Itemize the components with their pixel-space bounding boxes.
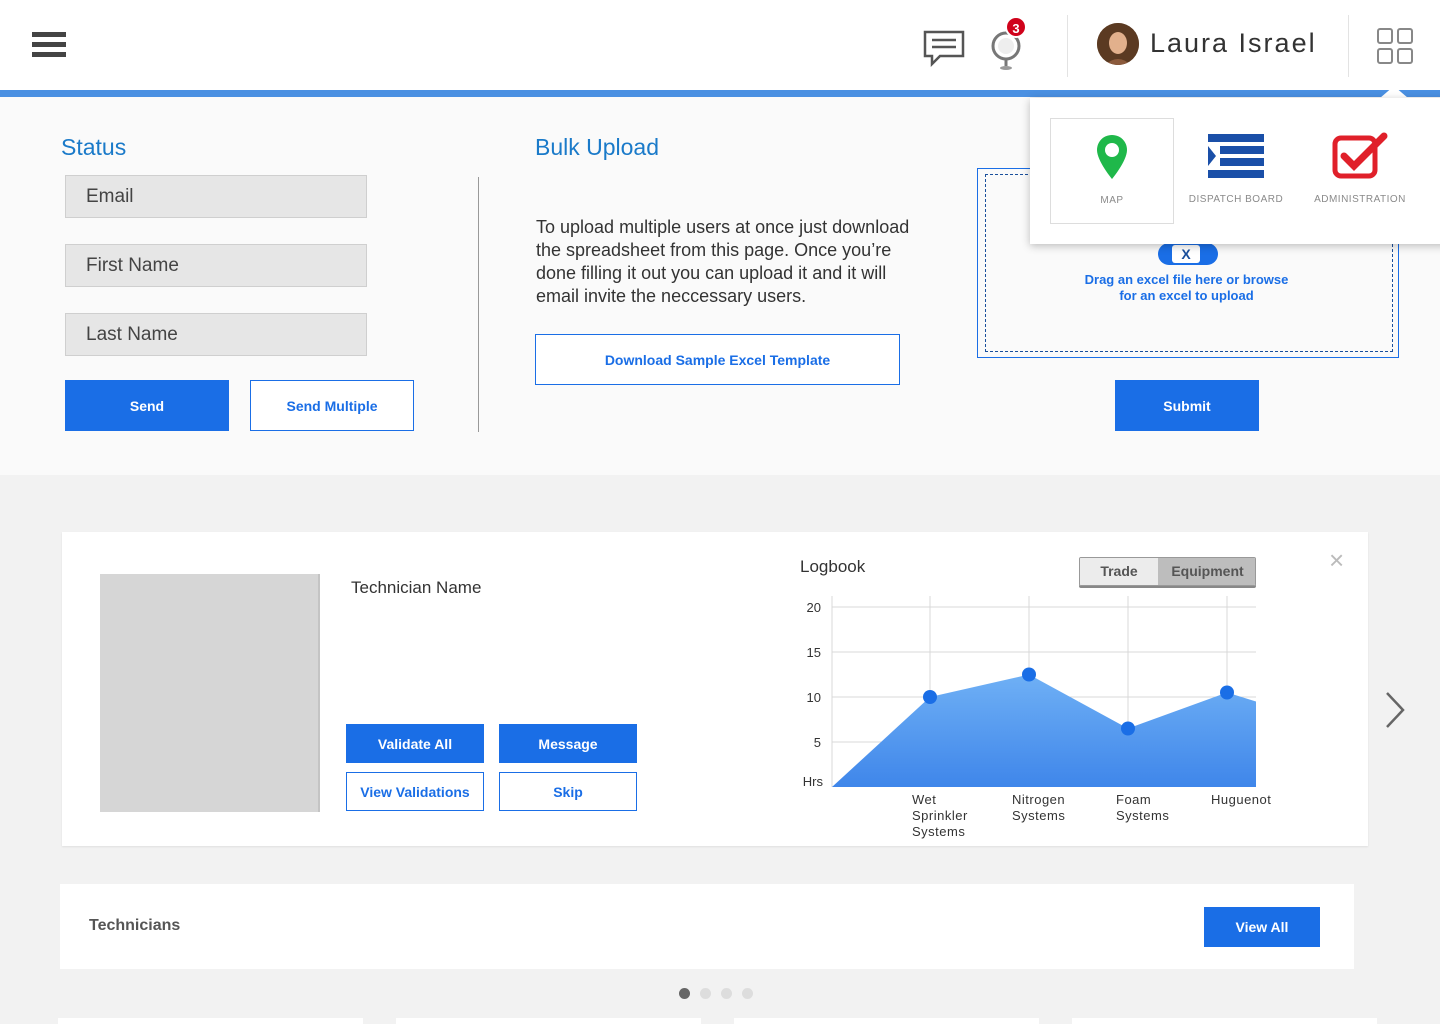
toggle-equipment[interactable]: Equipment: [1158, 558, 1255, 585]
y-tick-label: 10: [807, 690, 821, 705]
app-tile-map[interactable]: MAP: [1050, 118, 1174, 224]
pagination-dot[interactable]: [679, 988, 690, 999]
chevron-right-icon[interactable]: [1382, 690, 1408, 730]
x-category-label: Huguenot: [1211, 792, 1271, 807]
view-all-button[interactable]: View All: [1204, 907, 1320, 947]
chart-data-point: [1022, 667, 1036, 682]
message-button[interactable]: Message: [499, 724, 637, 763]
toggle-trade[interactable]: Trade: [1080, 558, 1158, 585]
y-tick-label: 20: [807, 600, 821, 615]
send-button[interactable]: Send: [65, 380, 229, 431]
bulk-upload-title: Bulk Upload: [535, 134, 660, 160]
header-divider: [1348, 15, 1349, 77]
y-tick-label: 15: [807, 645, 821, 660]
technicians-bar: [60, 884, 1354, 969]
x-category-label: Systems: [912, 824, 965, 839]
chart-data-point: [923, 690, 937, 704]
x-category-label: Systems: [1116, 808, 1169, 823]
pagination-dot[interactable]: [721, 988, 732, 999]
x-category-label: Foam: [1116, 792, 1151, 807]
user-name[interactable]: Laura Israel: [1150, 28, 1317, 59]
technician-name: Technician Name: [351, 578, 482, 597]
x-category-label: Systems: [1012, 808, 1065, 823]
apps-menu: MAP DISPATCH BOARD ADMINISTRATION: [1030, 98, 1440, 244]
admin-check-icon: [1332, 132, 1388, 179]
app-label-administration: ADMINISTRATION: [1314, 194, 1406, 205]
section-divider: [478, 177, 479, 432]
top-header: 3 Laura Israel: [0, 0, 1440, 90]
y-axis-unit-label: Hrs: [803, 774, 824, 789]
logbook-area-chart: 2015105HrsWetSprinklerSystemsNitrogenSys…: [803, 596, 1271, 839]
y-tick-label: 5: [814, 735, 821, 750]
dropzone-text-line: for an excel to upload: [1119, 288, 1254, 303]
close-icon[interactable]: ×: [1329, 547, 1344, 573]
excel-x-icon: X: [1172, 245, 1200, 263]
apps-menu-caret: [1380, 86, 1408, 98]
email-field[interactable]: Email: [65, 175, 367, 218]
notification-count-badge: 3: [1005, 16, 1027, 38]
technician-preview-card[interactable]: [734, 1018, 1039, 1024]
chart-data-point: [1121, 721, 1135, 736]
logbook-title: Logbook: [800, 557, 866, 576]
first-name-field[interactable]: First Name: [65, 244, 367, 287]
dispatch-board-icon: [1208, 134, 1264, 178]
app-label-map: MAP: [1100, 195, 1124, 206]
apps-grid-icon[interactable]: [1377, 28, 1413, 64]
dropzone-instructions[interactable]: Drag an excel file here or browse for an…: [1060, 272, 1313, 304]
technicians-title: Technicians: [89, 917, 181, 934]
technician-preview-card[interactable]: [58, 1018, 363, 1024]
technician-preview-card[interactable]: [396, 1018, 701, 1024]
header-divider: [1067, 15, 1068, 77]
pagination-dot[interactable]: [742, 988, 753, 999]
last-name-field[interactable]: Last Name: [65, 313, 367, 356]
x-category-label: Nitrogen: [1012, 792, 1065, 807]
dropzone-text-line: Drag an excel file here or browse: [1084, 272, 1289, 287]
avatar[interactable]: [1097, 23, 1139, 65]
map-pin-icon: [1097, 135, 1127, 179]
send-multiple-button[interactable]: Send Multiple: [250, 380, 414, 431]
x-category-label: Wet: [912, 792, 936, 807]
header-accent-bar: [0, 90, 1440, 97]
validate-all-button[interactable]: Validate All: [346, 724, 484, 763]
technician-preview-card[interactable]: [1072, 1018, 1377, 1024]
technician-photo-placeholder: [100, 574, 320, 812]
bulk-upload-description: To upload multiple users at once just do…: [536, 217, 910, 306]
submit-button[interactable]: Submit: [1115, 380, 1259, 431]
download-template-button[interactable]: Download Sample Excel Template: [535, 334, 900, 385]
hamburger-menu-icon[interactable]: [32, 32, 66, 58]
view-validations-button[interactable]: View Validations: [346, 772, 484, 811]
pagination-dot[interactable]: [700, 988, 711, 999]
skip-button[interactable]: Skip: [499, 772, 637, 811]
app-tile-dispatch-board[interactable]: DISPATCH BOARD: [1174, 118, 1298, 224]
status-title: Status: [61, 134, 127, 160]
x-category-label: Sprinkler: [912, 808, 968, 823]
app-label-dispatch-board: DISPATCH BOARD: [1188, 194, 1284, 205]
app-tile-administration[interactable]: ADMINISTRATION: [1298, 118, 1422, 224]
message-icon[interactable]: [922, 28, 966, 68]
trade-equipment-toggle[interactable]: Trade Equipment: [1079, 557, 1256, 586]
chart-data-point: [1220, 685, 1234, 700]
chart-area-series: [832, 674, 1256, 787]
